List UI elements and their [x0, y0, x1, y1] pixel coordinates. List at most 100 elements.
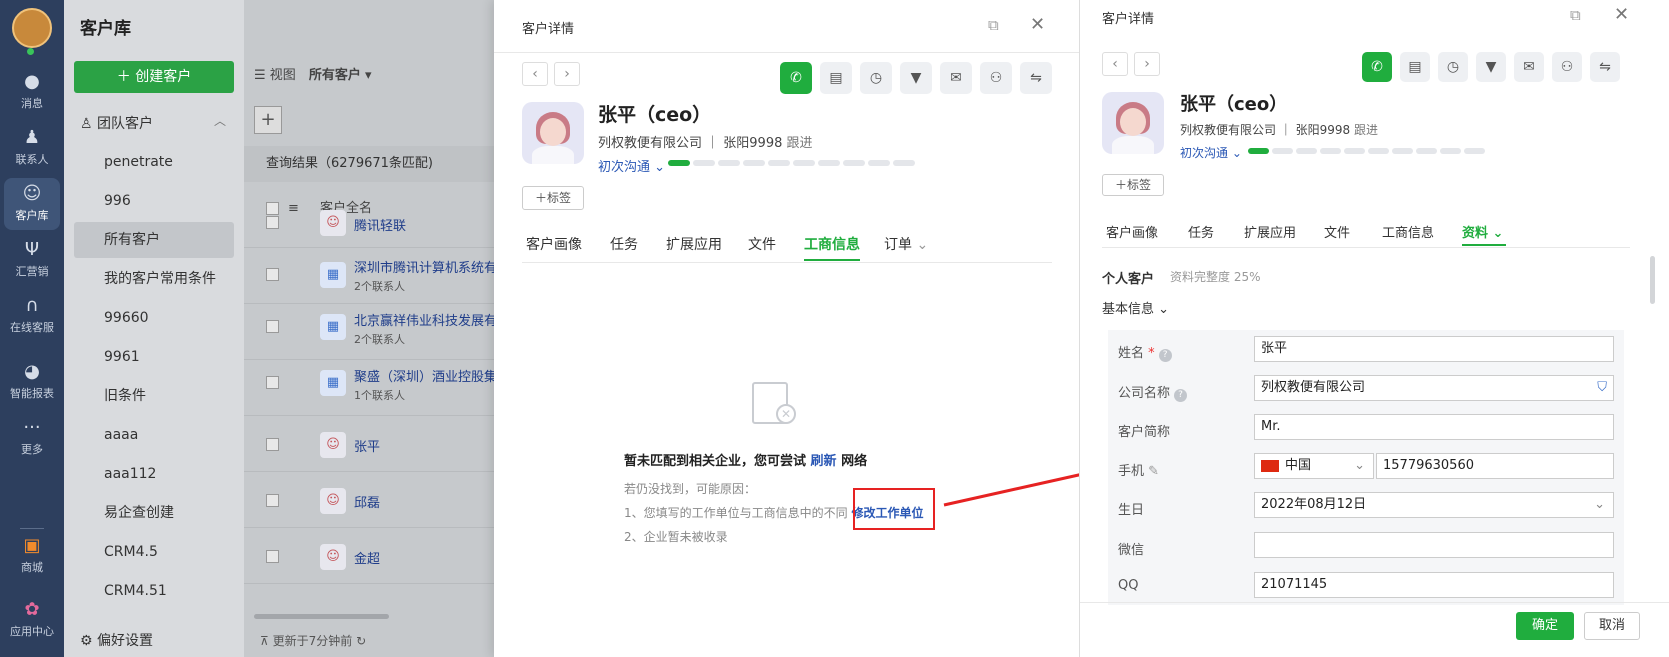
nav-item-marketing[interactable]: Ψ 汇营销: [4, 234, 60, 286]
tab-extensions[interactable]: 扩展应用: [666, 234, 722, 254]
table-row[interactable]: ☺ 腾讯轻联: [244, 208, 494, 248]
call-button[interactable]: ✆: [780, 62, 812, 94]
refresh-icon[interactable]: ↻: [356, 634, 366, 648]
add-filter-button[interactable]: +: [254, 106, 282, 134]
nav-item-customers[interactable]: ☺ 客户库: [4, 178, 60, 230]
tab-business-info[interactable]: 工商信息: [804, 234, 860, 254]
wechat-input[interactable]: [1254, 532, 1614, 558]
help-icon[interactable]: ?: [1174, 389, 1188, 402]
tab-files[interactable]: 文件: [748, 234, 776, 254]
basic-info-toggle[interactable]: 基本信息 ⌄: [1102, 298, 1169, 317]
contacts-button[interactable]: ⚇: [980, 62, 1012, 94]
row-checkbox[interactable]: [266, 268, 279, 281]
stage-dropdown[interactable]: 初次沟通 ⌄: [598, 156, 665, 175]
table-row[interactable]: ▦ 北京赢祥伟业科技发展有 2个联系人: [244, 304, 497, 360]
view-selector[interactable]: ☰ 视图 所有客户 ▾: [254, 64, 372, 83]
timer-button[interactable]: ◷: [860, 62, 892, 94]
row-checkbox[interactable]: [266, 438, 279, 451]
transfer-button[interactable]: ⇋: [1020, 62, 1052, 94]
contact-count: 1个联系人: [354, 389, 405, 402]
tab-tasks[interactable]: 任务: [610, 234, 638, 254]
table-row[interactable]: ▦ 深圳市腾讯计算机系统有 2个联系人: [244, 248, 497, 304]
nav-item-online-service[interactable]: ∩ 在线客服: [4, 290, 60, 342]
prev-customer-button[interactable]: ‹: [522, 62, 548, 86]
qq-input[interactable]: 21071145: [1254, 572, 1614, 598]
cancel-button[interactable]: 取消: [1584, 612, 1640, 640]
table-row[interactable]: ☺ 金超: [244, 528, 494, 584]
nav-item-contacts[interactable]: ♟ 联系人: [4, 122, 60, 174]
vertical-scrollbar[interactable]: [1650, 256, 1655, 304]
add-tag-button[interactable]: ＋标签: [522, 186, 584, 210]
refresh-link[interactable]: 刷新: [811, 454, 837, 469]
name-input[interactable]: 张平: [1254, 336, 1614, 362]
help-icon[interactable]: ?: [1158, 349, 1172, 362]
tab-business-info[interactable]: 工商信息: [1382, 222, 1434, 241]
row-checkbox[interactable]: [266, 550, 279, 563]
preferences-link[interactable]: ⚙ 偏好设置: [80, 630, 153, 650]
sidebar-item[interactable]: 易企查创建: [74, 495, 234, 531]
app-logo[interactable]: [12, 8, 52, 48]
table-row[interactable]: ☺ 张平: [244, 416, 494, 472]
sidebar-item-all-customers[interactable]: 所有客户: [74, 222, 234, 258]
call-button[interactable]: ✆: [1362, 52, 1392, 82]
sidebar-item[interactable]: 旧条件: [74, 378, 234, 414]
prev-customer-button[interactable]: ‹: [1102, 52, 1128, 76]
sidebar-item[interactable]: 9961: [74, 339, 234, 375]
message-button[interactable]: ▤: [1400, 52, 1430, 82]
email-button[interactable]: ✉: [1514, 52, 1544, 82]
tab-portrait[interactable]: 客户画像: [526, 234, 582, 254]
add-tag-button[interactable]: ＋标签: [1102, 174, 1164, 196]
contacts-button[interactable]: ⚇: [1552, 52, 1582, 82]
sidebar-item[interactable]: aaa112: [74, 456, 234, 492]
horizontal-scrollbar[interactable]: [254, 614, 389, 619]
nav-item-store[interactable]: ▣ 商城: [4, 530, 60, 582]
row-checkbox[interactable]: [266, 320, 279, 333]
birthday-select[interactable]: 2022年08月12日 ⌄: [1254, 492, 1614, 518]
timer-button[interactable]: ◷: [1438, 52, 1468, 82]
short-name-input[interactable]: Mr.: [1254, 414, 1614, 440]
row-checkbox[interactable]: [266, 216, 279, 229]
email-button[interactable]: ✉: [940, 62, 972, 94]
note-button[interactable]: ▼: [900, 62, 932, 94]
sidebar-item[interactable]: aaaa: [74, 417, 234, 453]
message-button[interactable]: ▤: [820, 62, 852, 94]
table-row[interactable]: ▦ 聚盛（深圳）酒业控股集 1个联系人: [244, 360, 497, 416]
popout-icon[interactable]: ⧉: [988, 16, 999, 34]
message-icon: ●: [24, 71, 40, 92]
sidebar-item[interactable]: CRM4.5: [74, 534, 234, 570]
nav-item-reports[interactable]: ◕ 智能报表: [4, 356, 60, 408]
close-icon[interactable]: ✕: [1030, 14, 1045, 35]
sidebar-item[interactable]: CRM4.51: [74, 573, 234, 609]
tab-orders[interactable]: 订单 ⌄: [884, 234, 928, 254]
stage-dropdown[interactable]: 初次沟通 ⌄: [1180, 144, 1242, 161]
sidebar-item[interactable]: 我的客户常用条件: [74, 261, 234, 297]
row-checkbox[interactable]: [266, 376, 279, 389]
confirm-button[interactable]: 确定: [1516, 612, 1574, 640]
nav-item-app-center[interactable]: ✿ 应用中心: [4, 594, 60, 646]
nav-item-messages[interactable]: ● 消息: [4, 66, 60, 118]
note-button[interactable]: ▼: [1476, 52, 1506, 82]
tab-portrait[interactable]: 客户画像: [1106, 222, 1158, 241]
sidebar-item[interactable]: 996: [74, 183, 234, 219]
tab-extensions[interactable]: 扩展应用: [1244, 222, 1296, 241]
tab-files[interactable]: 文件: [1324, 222, 1350, 241]
sidebar-item[interactable]: penetrate: [74, 144, 234, 180]
next-customer-button[interactable]: ›: [554, 62, 580, 86]
close-icon[interactable]: ✕: [1614, 4, 1629, 25]
edit-icon[interactable]: ✎: [1148, 464, 1159, 479]
sidebar-group-team[interactable]: ♙ 团队客户: [80, 113, 153, 133]
popout-icon[interactable]: ⧉: [1570, 6, 1581, 24]
sidebar-item[interactable]: 99660: [74, 300, 234, 336]
tab-tasks[interactable]: 任务: [1188, 222, 1214, 241]
table-row[interactable]: ☺ 邱磊: [244, 472, 494, 528]
row-checkbox[interactable]: [266, 494, 279, 507]
company-input[interactable]: 列权教便有限公司 ⛉: [1254, 375, 1614, 401]
next-customer-button[interactable]: ›: [1134, 52, 1160, 76]
phone-input[interactable]: 15779630560: [1376, 453, 1614, 479]
transfer-button[interactable]: ⇋: [1590, 52, 1620, 82]
nav-item-more[interactable]: ··· 更多: [4, 412, 60, 464]
country-select[interactable]: 中国 ⌄: [1254, 453, 1374, 479]
create-customer-button[interactable]: ＋ 创建客户: [74, 61, 234, 93]
tab-profile[interactable]: 资料 ⌄: [1462, 222, 1503, 241]
chevron-up-icon[interactable]: ︿: [214, 112, 226, 129]
